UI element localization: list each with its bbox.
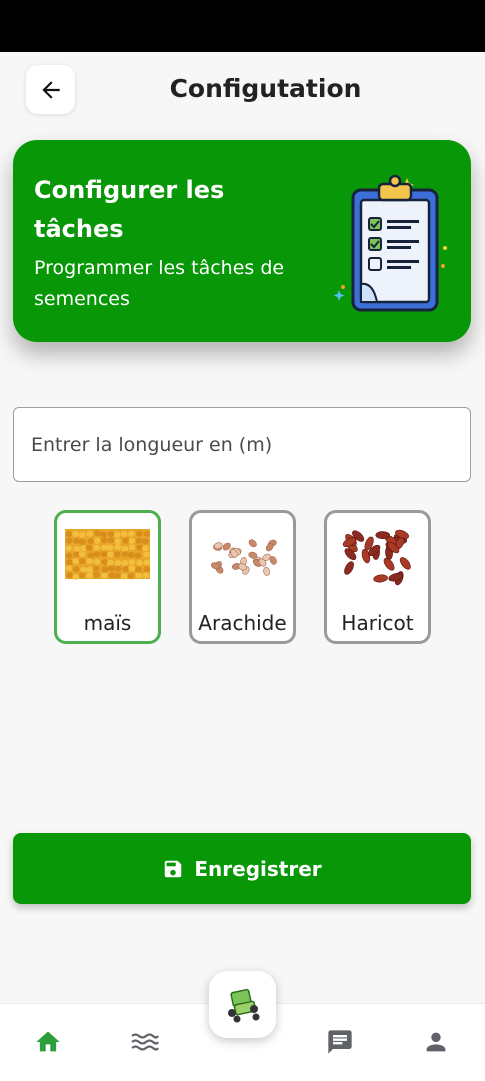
chat-icon <box>328 1030 352 1054</box>
red-beans-image <box>335 525 420 589</box>
seed-card-arachide[interactable]: Arachide <box>189 510 296 644</box>
save-button-label: Enregistrer <box>194 856 322 881</box>
clipboard-checklist-icon <box>333 174 447 312</box>
seed-label: Arachide <box>198 611 287 635</box>
seed-card-haricot[interactable]: Haricot <box>324 510 431 644</box>
floppy-disk-icon <box>162 858 184 880</box>
home-icon <box>36 1031 60 1052</box>
page-title: Configutation <box>169 74 362 103</box>
corn-kernels-image <box>65 529 150 580</box>
banner-subtitle: Programmer les tâches de semences <box>34 257 285 310</box>
nav-profile[interactable] <box>416 1026 456 1058</box>
robot-vehicle-icon <box>227 988 259 1022</box>
nav-waves[interactable] <box>125 1026 165 1058</box>
task-banner: Configurer les tâches Programmer les tâc… <box>13 140 471 342</box>
profile-icon <box>426 1032 446 1052</box>
waves-icon <box>131 1033 159 1051</box>
nav-chat[interactable] <box>320 1026 360 1058</box>
length-input[interactable] <box>13 407 471 482</box>
status-bar <box>0 0 485 52</box>
seed-label: Haricot <box>341 611 414 635</box>
seed-label: maïs <box>83 611 132 635</box>
nav-home[interactable] <box>28 1026 68 1058</box>
banner-title: Configurer les tâches <box>34 176 225 243</box>
seed-card-mais[interactable]: maïs <box>54 510 161 644</box>
save-button[interactable]: Enregistrer <box>13 833 471 904</box>
header: Configutation <box>0 52 485 132</box>
robot-vehicle-button[interactable] <box>209 971 276 1038</box>
peanuts-image <box>200 525 285 589</box>
